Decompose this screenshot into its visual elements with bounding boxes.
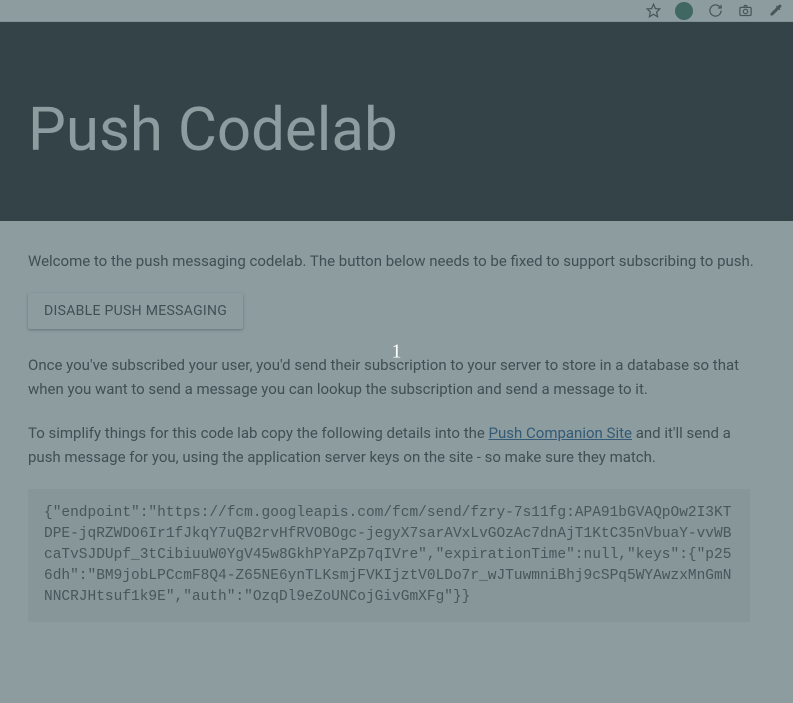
- subscription-json-box[interactable]: {"endpoint":"https://fcm.googleapis.com/…: [28, 489, 750, 622]
- top-toolbar: [0, 0, 793, 22]
- tag-icon[interactable]: [675, 2, 693, 20]
- intro-text: Welcome to the push messaging codelab. T…: [28, 249, 760, 273]
- eyedropper-icon[interactable]: [767, 3, 783, 19]
- page-header: Push Codelab: [0, 22, 793, 221]
- companion-site-link[interactable]: Push Companion Site: [489, 424, 632, 442]
- overlay-indicator: 1: [392, 340, 402, 363]
- simplify-text: To simplify things for this code lab cop…: [28, 421, 760, 469]
- main-content: Welcome to the push messaging codelab. T…: [0, 221, 760, 622]
- refresh-icon[interactable]: [707, 3, 723, 19]
- star-icon[interactable]: [645, 3, 661, 19]
- page-title: Push Codelab: [28, 94, 793, 165]
- toggle-push-button[interactable]: DISABLE PUSH MESSAGING: [28, 293, 243, 329]
- camera-icon[interactable]: [737, 3, 753, 19]
- simplify-pre: To simplify things for this code lab cop…: [28, 424, 489, 442]
